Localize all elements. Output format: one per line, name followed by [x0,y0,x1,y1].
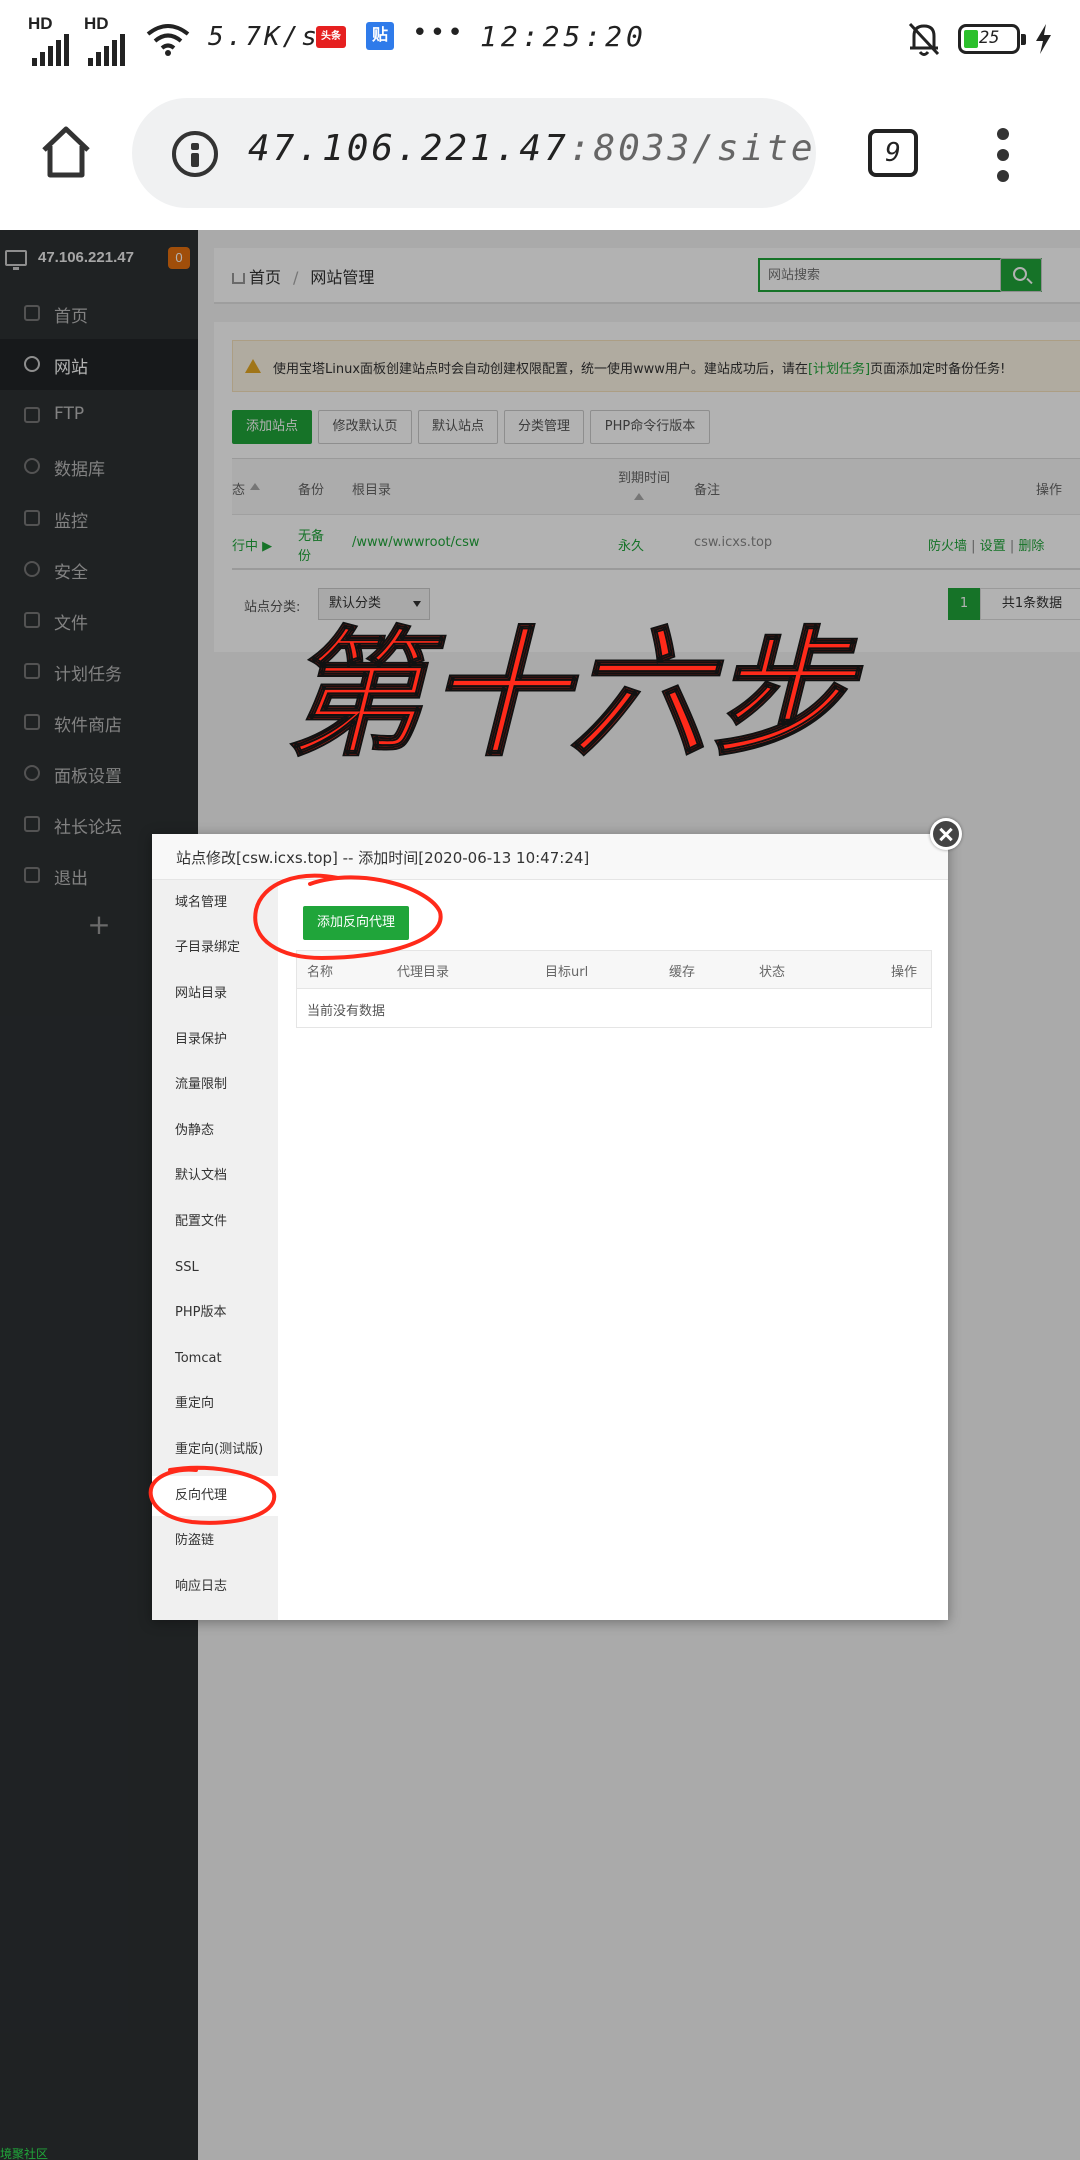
menu-tomcat[interactable]: Tomcat [152,1339,278,1379]
modal-header: 站点修改[csw.icxs.top] -- 添加时间[2020-06-13 10… [152,834,948,880]
sidebar-footer: 境聚社区 [0,2147,49,2160]
battery-icon: 25 [958,24,1026,54]
wifi-icon [146,24,190,56]
modal-title: 站点修改[csw.icxs.top] -- 添加时间[2020-06-13 10… [176,849,590,867]
menu-redirect[interactable]: 重定向 [152,1384,278,1424]
home-icon[interactable] [38,124,94,180]
col-name: 名称 [307,965,334,980]
clock-label: 12:25:20 [480,20,647,53]
site-edit-modal: 站点修改[csw.icxs.top] -- 添加时间[2020-06-13 10… [152,834,948,1620]
menu-domain[interactable]: 域名管理 [152,883,278,923]
battery-level: 25 [979,28,1000,48]
add-reverse-proxy-button[interactable]: 添加反向代理 [303,906,409,940]
network-type-label: HD [84,14,109,33]
col-proxy-dir: 代理目录 [397,965,450,980]
modal-menu: 域名管理 子目录绑定 网站目录 目录保护 流量限制 伪静态 默认文档 配置文件 … [152,880,278,1620]
modal-body: 添加反向代理 名称 代理目录 目标url 缓存 状态 操作 当前没有数据 [278,880,948,1620]
step-label: 第十六步 [286,612,863,770]
proxy-table-header: 名称 代理目录 目标url 缓存 状态 操作 [297,951,931,989]
menu-rewrite[interactable]: 伪静态 [152,1111,278,1151]
menu-traffic-limit[interactable]: 流量限制 [152,1065,278,1105]
col-target-url: 目标url [545,965,589,980]
menu-hotlink[interactable]: 防盗链 [152,1521,278,1561]
step-annotation: 第十六步 [285,610,886,776]
menu-php-version[interactable]: PHP版本 [152,1293,278,1333]
status-bar: HD HD 5.7K/s 头条 贴 ••• 12:25:20 25 [0,0,1080,80]
site-info-icon[interactable] [172,131,218,177]
menu-config-file[interactable]: 配置文件 [152,1202,278,1242]
empty-state: 当前没有数据 [307,1004,386,1019]
url-text[interactable]: 47.106.221.47:8033/site [248,128,816,169]
menu-default-doc[interactable]: 默认文档 [152,1156,278,1196]
more-menu-icon[interactable] [994,128,1012,182]
col-cache: 缓存 [669,965,696,980]
more-notifications-icon: ••• [412,18,465,48]
step-annotation-graphic: 第十六步 [285,611,863,776]
charging-icon [1036,24,1051,54]
bt-panel: 47.106.221.47 0 首页 网站 FTP 数据库 监控 安全 文件 计… [0,230,1080,2160]
address-bar[interactable]: 47.106.221.47:8033/site [132,98,816,208]
net-speed-label: 5.7K/s [208,22,320,52]
tieba-app-icon: 贴 [366,22,394,50]
menu-site-dir[interactable]: 网站目录 [152,974,278,1014]
col-state: 状态 [759,965,786,980]
menu-reverse-proxy[interactable]: 反向代理 [152,1476,278,1516]
browser-toolbar: 47.106.221.47:8033/site 9 [0,80,1080,230]
col-ops: 操作 [891,965,918,980]
bell-muted-icon [908,22,940,56]
proxy-table: 名称 代理目录 目标url 缓存 状态 操作 当前没有数据 [296,950,932,1028]
menu-response-log[interactable]: 响应日志 [152,1567,278,1607]
network-type-label: HD [28,14,53,33]
menu-dir-protect[interactable]: 目录保护 [152,1020,278,1060]
toutiao-app-icon: 头条 [316,26,346,48]
menu-redirect-beta[interactable]: 重定向(测试版) [152,1430,278,1470]
menu-subdir[interactable]: 子目录绑定 [152,928,278,968]
close-icon[interactable] [930,818,962,850]
tab-switcher-button[interactable]: 9 [868,129,918,177]
menu-ssl[interactable]: SSL [152,1248,278,1288]
